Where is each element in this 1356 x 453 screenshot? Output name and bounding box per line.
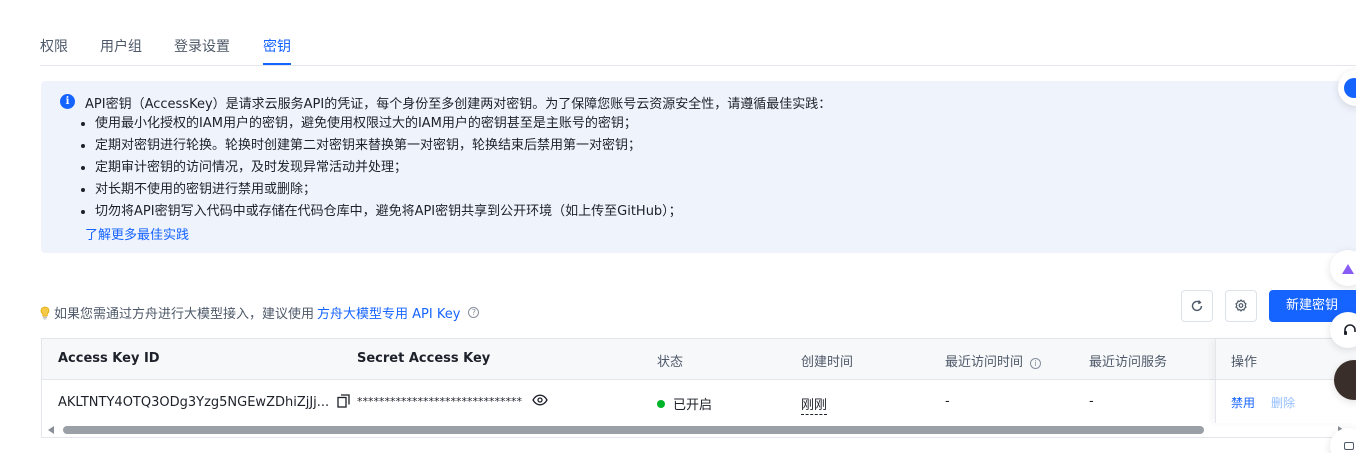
settings-button[interactable]	[1225, 290, 1257, 322]
secret-value: ******************************	[357, 395, 522, 408]
alert-title: API密钥（AccessKey）是请求云服务API的凭证，每个身份至多创建两对密…	[85, 97, 832, 112]
help-icon[interactable]: ?	[468, 307, 480, 318]
list-item: 定期审计密钥的访问情况，及时发现异常活动并处理；	[81, 159, 682, 181]
tab-user-groups[interactable]: 用户组	[100, 36, 142, 56]
disable-button[interactable]: 禁用	[1231, 394, 1255, 411]
tab-bar: 权限 用户组 登录设置 密钥	[40, 28, 1356, 66]
assistant-icon	[1344, 78, 1356, 98]
gear-icon	[1235, 299, 1247, 312]
tab-login-settings[interactable]: 登录设置	[174, 36, 230, 56]
active-tab-indicator	[263, 63, 291, 65]
ark-tip: 如果您需通过方舟进行大模型接入，建议使用 方舟大模型专用 API Key ?	[40, 303, 480, 322]
table-header: Access Key ID Secret Access Key 状态 创建时间 …	[42, 339, 1356, 380]
col-last-access-time: 最近访问时间 i	[945, 351, 1042, 370]
last-access-service-value: -	[1089, 394, 1094, 409]
col-actions: 操作	[1231, 355, 1258, 370]
col-status: 状态	[657, 355, 684, 370]
last-access-time-value: -	[945, 394, 950, 409]
scroll-left-arrow-icon[interactable]	[48, 426, 54, 434]
list-item: 对长期不使用的密钥进行禁用或删除；	[81, 181, 682, 203]
created-value[interactable]: 刚刚	[801, 398, 828, 415]
feedback-icon	[1344, 442, 1354, 450]
status-cell: 已开启	[657, 394, 712, 413]
status-dot	[657, 400, 665, 408]
learn-more-link[interactable]: 了解更多最佳实践	[85, 224, 189, 243]
refresh-button[interactable]	[1181, 290, 1213, 322]
col-last-access-time-label: 最近访问时间	[945, 355, 1024, 370]
list-item: 使用最小化授权的IAM用户的密钥，避免使用权限过大的IAM用户的密钥甚至是主账号…	[81, 115, 682, 137]
access-key-id-value: AKLTNTY4OTQ3ODg3Yzg5NGEwZDhiZjJj...	[58, 395, 330, 410]
lightbulb-icon	[40, 306, 50, 319]
delete-button[interactable]: 删除	[1271, 394, 1295, 411]
table-row: AKLTNTY4OTQ3ODg3Yzg5NGEwZDhiZjJj... ****…	[42, 381, 1356, 423]
float-ai-button[interactable]	[1330, 250, 1356, 286]
list-item: 切勿将API密钥写入代码中或存储在代码仓库中，避免将API密钥共享到公开环境（如…	[81, 203, 682, 225]
best-practice-alert: i API密钥（AccessKey）是请求云服务API的凭证，每个身份至多创建两…	[41, 81, 1356, 253]
scrollbar-thumb[interactable]	[63, 426, 1204, 434]
tab-keys[interactable]: 密钥	[263, 36, 291, 56]
copy-icon[interactable]	[337, 394, 350, 408]
horizontal-scrollbar[interactable]	[41, 423, 1356, 437]
created-cell: 刚刚	[801, 394, 828, 415]
best-practice-list: 使用最小化授权的IAM用户的密钥，避免使用权限过大的IAM用户的密钥甚至是主账号…	[81, 115, 682, 225]
ark-api-key-link[interactable]: 方舟大模型专用 API Key	[317, 303, 460, 322]
access-key-id-cell: AKLTNTY4OTQ3ODg3Yzg5NGEwZDhiZjJj...	[58, 394, 350, 410]
secret-cell: ******************************	[357, 394, 548, 409]
col-last-access-service: 最近访问服务	[1089, 355, 1168, 370]
refresh-icon	[1191, 300, 1203, 312]
info-icon: i	[60, 94, 75, 109]
tip-text: 如果您需通过方舟进行大模型接入，建议使用	[54, 307, 315, 322]
eye-icon[interactable]	[532, 394, 548, 406]
col-access-key-id: Access Key ID	[58, 351, 160, 366]
col-secret-access-key: Secret Access Key	[357, 351, 491, 366]
status-badge: 已开启	[673, 398, 713, 413]
info-circle-icon[interactable]: i	[1030, 358, 1042, 369]
ai-mountain-icon	[1342, 264, 1354, 274]
headset-icon	[1344, 324, 1356, 335]
col-created: 创建时间	[801, 355, 854, 370]
tab-permissions[interactable]: 权限	[40, 36, 68, 56]
list-item: 定期对密钥进行轮换。轮换时创建第二对密钥来替换第一对密钥，轮换结束后禁用第一对密…	[81, 137, 682, 159]
